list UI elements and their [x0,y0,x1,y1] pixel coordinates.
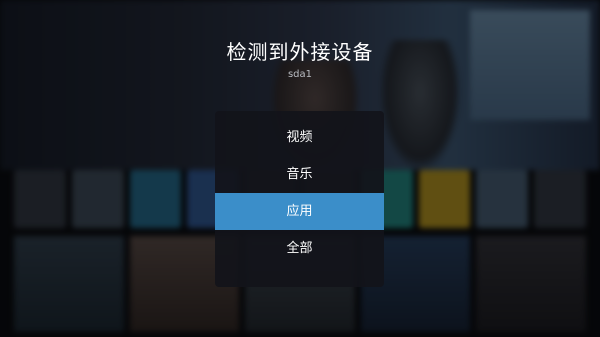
menu-item-all[interactable]: 全部 [215,230,384,267]
device-name: sda1 [287,69,313,80]
dialog-title: 检测到外接设备 [226,40,374,64]
device-action-menu: 视频 音乐 应用 全部 [215,111,384,287]
menu-item-music[interactable]: 音乐 [215,156,384,193]
menu-item-apps[interactable]: 应用 [215,193,384,230]
menu-item-video[interactable]: 视频 [215,119,384,156]
